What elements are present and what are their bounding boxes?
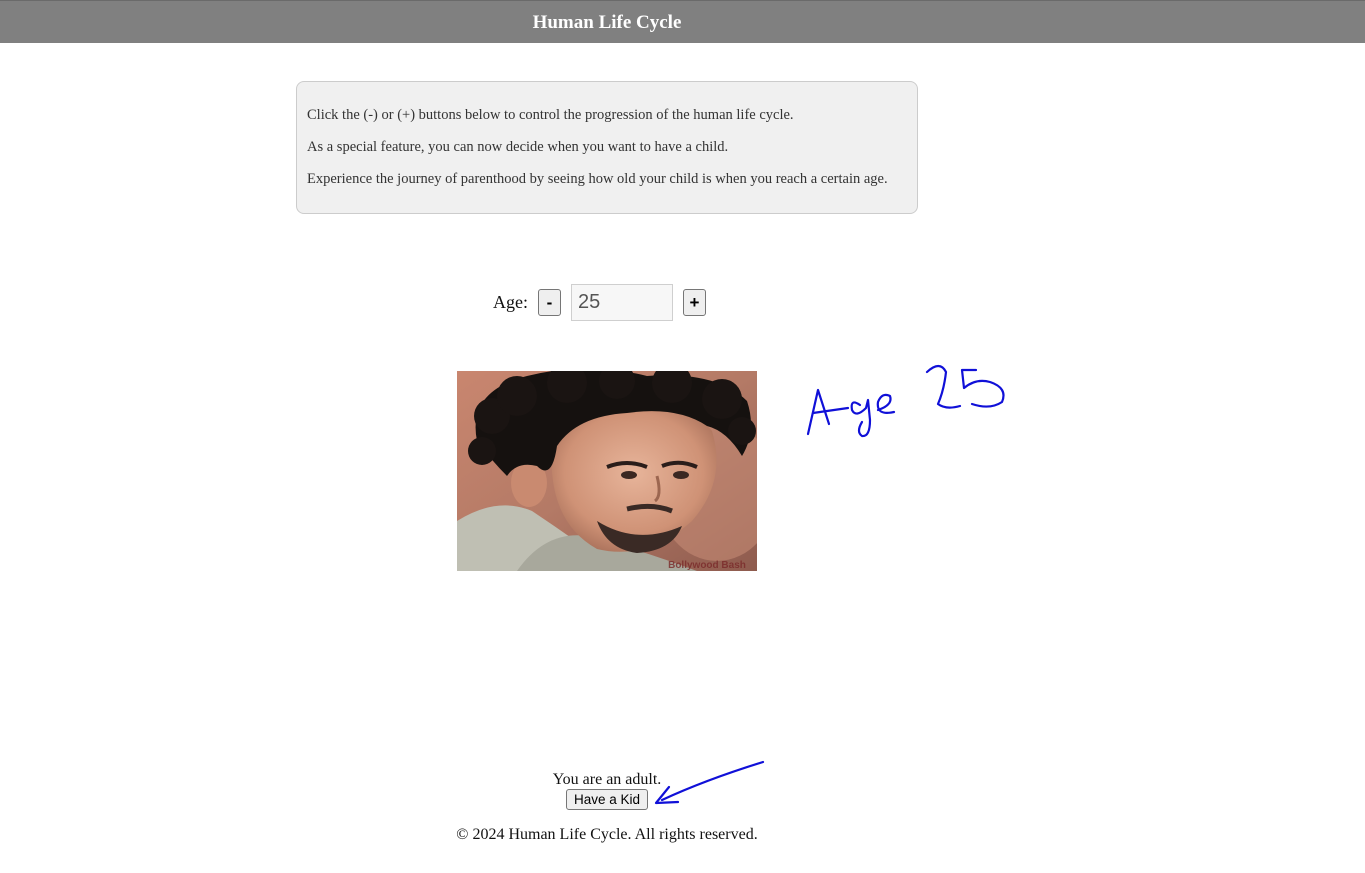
instruction-line: Experience the journey of parenthood by …: [307, 171, 888, 187]
instructions-box: Click the (-) or (+) buttons below to co…: [296, 81, 918, 214]
handwriting-stroke: [806, 388, 831, 436]
instruction-line: As a special feature, you can now decide…: [307, 139, 729, 155]
age-control: Age: - +: [493, 284, 706, 321]
copyright-footer: © 2024 Human Life Cycle. All rights rese…: [456, 826, 758, 843]
arrowhead-stroke: [654, 785, 680, 805]
watermark-text: Bollywood Bash: [668, 560, 746, 571]
handwriting-stroke: [876, 393, 896, 414]
life-stage-message: You are an adult.: [552, 771, 662, 788]
page-header: Human Life Cycle: [0, 0, 1365, 43]
handwriting-stroke: [850, 398, 872, 438]
handwriting-stroke: [925, 364, 962, 409]
instruction-line: Click the (-) or (+) buttons below to co…: [307, 107, 794, 123]
age-input[interactable]: [571, 284, 673, 321]
handwriting-stroke: [960, 368, 1005, 408]
have-a-kid-button[interactable]: Have a Kid: [566, 789, 648, 810]
decrement-age-button[interactable]: -: [538, 289, 561, 316]
increment-age-button[interactable]: +: [683, 289, 706, 316]
age-label: Age:: [493, 292, 528, 312]
handwriting-stroke: [811, 406, 850, 415]
adult-man-portrait: Bollywood Bash: [457, 371, 757, 571]
page-title: Human Life Cycle: [532, 12, 682, 33]
life-stage-photo: Bollywood Bash: [457, 371, 757, 571]
